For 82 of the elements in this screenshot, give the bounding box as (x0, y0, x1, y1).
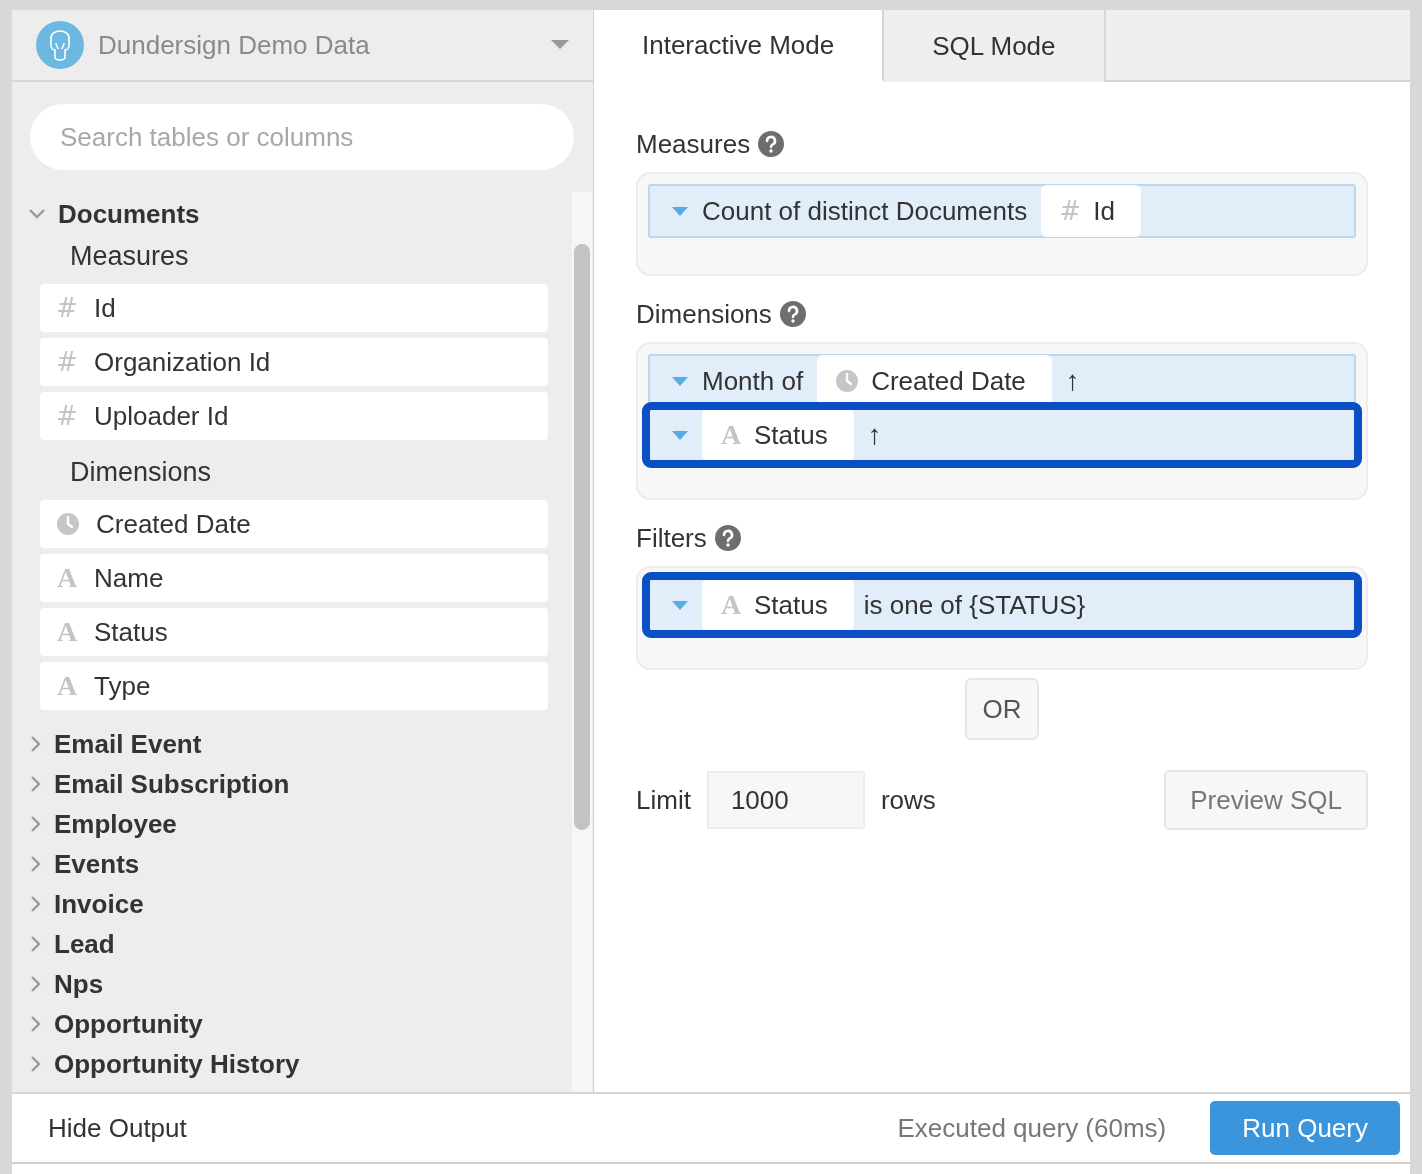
caret-icon[interactable] (672, 376, 688, 386)
caret-icon[interactable] (672, 600, 688, 610)
table-name[interactable]: Documents (58, 198, 200, 230)
chevron-right-icon[interactable] (30, 935, 42, 953)
letter-a-icon: A (56, 672, 78, 700)
field-name: Organization Id (94, 346, 271, 378)
chevron-right-icon[interactable] (30, 1055, 42, 1073)
field-item[interactable]: A Type (40, 662, 548, 710)
help-icon[interactable] (779, 301, 806, 327)
chevron-right-icon[interactable] (30, 975, 42, 993)
help-icon[interactable] (714, 525, 741, 551)
sort-arrow[interactable]: ↑ (1065, 365, 1080, 397)
clock-icon (56, 512, 80, 536)
field-item[interactable]: # Uploader Id (40, 392, 548, 440)
table-name[interactable]: Events (54, 848, 140, 880)
or-button[interactable]: OR (965, 678, 1039, 740)
table-name[interactable]: Email Event (54, 728, 202, 760)
field-name: Created Date (96, 508, 251, 540)
table-name[interactable]: Lead (54, 928, 115, 960)
chevron-right-icon[interactable] (30, 855, 42, 873)
chevron-right-icon[interactable] (30, 1015, 42, 1033)
preview-sql-button[interactable]: Preview SQL (1164, 770, 1368, 830)
hash-icon: # (56, 403, 78, 429)
group-heading: Dimensions (69, 455, 213, 489)
clock-icon (835, 369, 860, 393)
aggregation-label: Count of distinct Documents (702, 195, 1028, 227)
letter-a-icon: A (56, 618, 78, 646)
help-icon[interactable] (758, 131, 785, 157)
section-label: Measures (636, 128, 751, 160)
query-status: Executed query (60ms) (897, 1112, 1167, 1144)
hash-icon: # (1059, 198, 1082, 224)
table-name[interactable]: Employee (54, 808, 177, 840)
scrollbar-thumb[interactable] (574, 244, 590, 830)
field-name: Name (94, 562, 164, 594)
chevron-down-icon[interactable] (28, 208, 46, 220)
aggregation-label: Month of (702, 365, 804, 397)
limit-field[interactable]: 1000 (706, 771, 865, 829)
table-name[interactable]: Nps (54, 968, 104, 1000)
hide-output-link[interactable]: Hide Output (48, 1112, 187, 1144)
rows-label: rows (880, 784, 936, 816)
search-field[interactable]: Search tables or columns (30, 104, 574, 170)
field-item[interactable]: Created Date (40, 500, 548, 548)
chevron-right-icon[interactable] (30, 895, 42, 913)
caret-icon[interactable] (672, 430, 688, 440)
mode-tab[interactable]: Interactive Mode (594, 10, 885, 82)
filter-condition: is one of {STATUS} (863, 589, 1086, 621)
group-heading: Measures (69, 239, 190, 273)
field-name: Id (1093, 195, 1115, 227)
field-name: Id (94, 292, 116, 324)
table-name[interactable]: Email Subscription (54, 768, 290, 800)
field-name: Status (754, 419, 828, 451)
mode-tab[interactable]: SQL Mode (884, 10, 1106, 82)
field-item[interactable]: # Organization Id (40, 338, 548, 386)
section-label: Dimensions (636, 298, 772, 330)
letter-a-icon: A (720, 421, 742, 449)
caret-icon[interactable] (672, 206, 688, 216)
field-chip[interactable]: # Id (1041, 185, 1141, 237)
hash-icon: # (56, 349, 78, 375)
dropdown-caret-icon[interactable] (551, 40, 569, 50)
chevron-right-icon[interactable] (30, 815, 42, 833)
field-name: Status (94, 616, 168, 648)
field-name: Status (754, 589, 828, 621)
sort-arrow[interactable]: ↑ (867, 419, 882, 451)
chevron-right-icon[interactable] (30, 775, 42, 793)
field-item[interactable]: # Id (40, 284, 548, 332)
table-name[interactable]: Opportunity (54, 1008, 203, 1040)
query-item[interactable]: Count of distinct Documents # Id (648, 184, 1356, 238)
hash-icon: # (56, 295, 78, 321)
letter-a-icon: A (56, 564, 78, 592)
field-item[interactable]: A Status (40, 608, 548, 656)
table-name[interactable]: Opportunity History (54, 1048, 300, 1080)
limit-label: Limit (636, 784, 691, 816)
table-name[interactable]: Invoice (54, 888, 144, 920)
field-chip[interactable]: A Status (702, 579, 854, 631)
chevron-right-icon[interactable] (30, 735, 42, 753)
field-name: Type (94, 670, 151, 702)
field-name: Uploader Id (94, 400, 229, 432)
section-label: Filters (636, 522, 707, 554)
letter-a-icon: A (720, 591, 742, 619)
field-chip[interactable]: A Status (702, 409, 854, 461)
field-name: Created Date (871, 365, 1026, 397)
field-item[interactable]: A Name (40, 554, 548, 602)
